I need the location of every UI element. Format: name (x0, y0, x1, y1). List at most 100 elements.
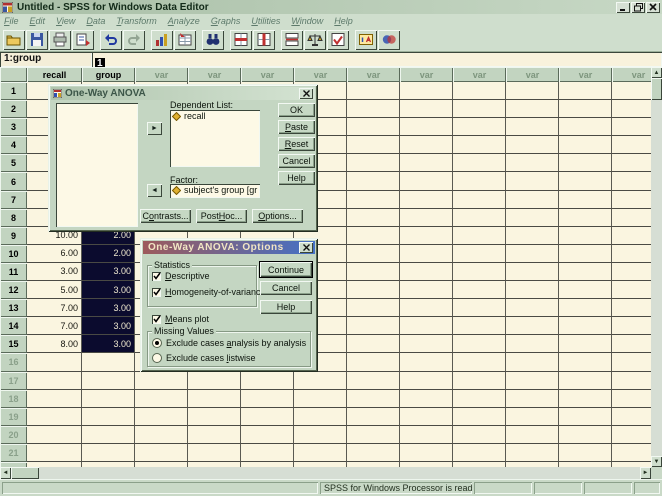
grid-cell[interactable] (188, 389, 241, 408)
menu-data[interactable]: Data (86, 16, 105, 26)
grid-cell[interactable] (400, 443, 453, 462)
grid-cell[interactable] (400, 118, 453, 137)
grid-cell[interactable] (453, 262, 506, 282)
grid-cell[interactable] (453, 425, 506, 444)
grid-cell[interactable] (188, 371, 241, 390)
help-button[interactable]: Help (278, 171, 315, 185)
grid-cell[interactable] (612, 317, 651, 336)
grid-cell[interactable] (347, 154, 400, 173)
menu-transform[interactable]: Transform (116, 16, 156, 26)
dependent-list-item[interactable]: recall (170, 110, 260, 122)
scroll-left-button[interactable]: ◄ (0, 467, 11, 479)
row-header[interactable]: 8 (0, 208, 27, 227)
insert-case-button[interactable] (230, 29, 252, 50)
grid-cell[interactable] (453, 244, 506, 263)
grid-cell[interactable] (453, 100, 506, 119)
factor-field[interactable]: subject's group [gr (170, 184, 260, 198)
move-to-factor-button[interactable]: ◄ (147, 184, 162, 197)
row-header[interactable]: 6 (0, 172, 27, 191)
row-header[interactable]: 2 (0, 100, 27, 119)
exclude-listwise-radio-row[interactable]: Exclude cases listwise (152, 353, 256, 363)
grid-cell[interactable] (453, 172, 506, 191)
grid-cell[interactable] (559, 389, 612, 408)
grid-cell[interactable] (135, 443, 188, 462)
dialog-recall-button[interactable] (72, 29, 94, 50)
grid-cell[interactable] (612, 100, 651, 119)
horizontal-scrollbar[interactable]: ◄ ► (0, 467, 651, 479)
grid-cell[interactable] (559, 335, 612, 354)
menu-view[interactable]: View (56, 16, 75, 26)
grid-cell[interactable] (400, 317, 453, 336)
grid-cell[interactable] (27, 407, 82, 426)
grid-cell[interactable] (82, 443, 135, 462)
exclude-analysis-radio-row[interactable]: Exclude cases analysis by analysis (152, 338, 306, 348)
save-file-button[interactable] (26, 29, 48, 50)
grid-cell[interactable] (400, 244, 453, 263)
grid-cell[interactable] (347, 389, 400, 408)
grid-cell[interactable] (241, 389, 294, 408)
grid-cell[interactable] (400, 353, 453, 372)
grid-cell[interactable] (347, 100, 400, 119)
grid-cell[interactable] (453, 371, 506, 390)
undo-button[interactable] (100, 29, 122, 50)
grid-cell[interactable] (82, 389, 135, 408)
reset-button[interactable]: Reset (278, 137, 315, 151)
grid-cell[interactable] (453, 226, 506, 245)
grid-cell[interactable]: 7.00 (27, 299, 82, 318)
row-header[interactable]: 11 (0, 262, 27, 282)
options-cancel-button[interactable]: Cancel (260, 281, 312, 295)
scroll-down-button[interactable]: ▼ (651, 456, 662, 467)
grid-cell[interactable] (559, 407, 612, 426)
grid-cell[interactable] (453, 299, 506, 318)
vertical-scroll-thumb[interactable] (651, 78, 662, 100)
row-header[interactable]: 15 (0, 335, 27, 354)
grid-cell[interactable] (506, 154, 559, 173)
row-header[interactable]: 3 (0, 118, 27, 137)
grid-cell[interactable] (347, 443, 400, 462)
grid-cell[interactable] (453, 317, 506, 336)
grid-cell[interactable] (612, 208, 651, 227)
grid-cell[interactable] (27, 371, 82, 390)
grid-cell[interactable] (559, 353, 612, 372)
grid-cell[interactable]: 6.00 (27, 244, 82, 263)
insert-variable-button[interactable] (253, 29, 275, 50)
dependent-list[interactable]: recall (170, 110, 260, 167)
grid-cell[interactable] (347, 208, 400, 227)
row-header[interactable]: 14 (0, 317, 27, 336)
grid-cell[interactable] (347, 317, 400, 336)
row-header[interactable]: 16 (0, 353, 27, 372)
grid-cell[interactable] (347, 371, 400, 390)
grid-cell[interactable] (294, 371, 347, 390)
grid-cell[interactable] (241, 407, 294, 426)
row-header[interactable]: 9 (0, 226, 27, 245)
value-labels-button[interactable] (355, 29, 377, 50)
grid-cell[interactable] (612, 262, 651, 282)
grid-cell[interactable] (559, 100, 612, 119)
grid-cell[interactable] (559, 262, 612, 282)
grid-cell[interactable] (506, 82, 559, 101)
grid-cell[interactable] (559, 317, 612, 336)
grid-cell[interactable] (612, 389, 651, 408)
grid-cell[interactable] (559, 425, 612, 444)
grid-cell[interactable] (82, 425, 135, 444)
grid-cell[interactable] (506, 407, 559, 426)
grid-cell[interactable] (506, 136, 559, 155)
open-file-button[interactable] (3, 29, 25, 50)
grid-cell[interactable] (612, 190, 651, 209)
grid-cell[interactable]: 3.00 (27, 262, 82, 282)
grid-cell[interactable] (188, 425, 241, 444)
grid-cell[interactable] (294, 389, 347, 408)
grid-cell[interactable] (27, 443, 82, 462)
row-header[interactable]: 12 (0, 281, 27, 300)
anova-close-button[interactable] (299, 88, 313, 99)
grid-cell[interactable]: 3.00 (82, 281, 135, 300)
grid-cell[interactable]: 7.00 (27, 317, 82, 336)
grid-cell[interactable] (612, 136, 651, 155)
grid-cell[interactable] (612, 154, 651, 173)
grid-cell[interactable] (453, 335, 506, 354)
grid-cell[interactable] (241, 371, 294, 390)
redo-button[interactable] (123, 29, 145, 50)
grid-cell[interactable] (27, 425, 82, 444)
grid-cell[interactable] (400, 172, 453, 191)
means-plot-checkbox-row[interactable]: Means plot (152, 314, 209, 324)
